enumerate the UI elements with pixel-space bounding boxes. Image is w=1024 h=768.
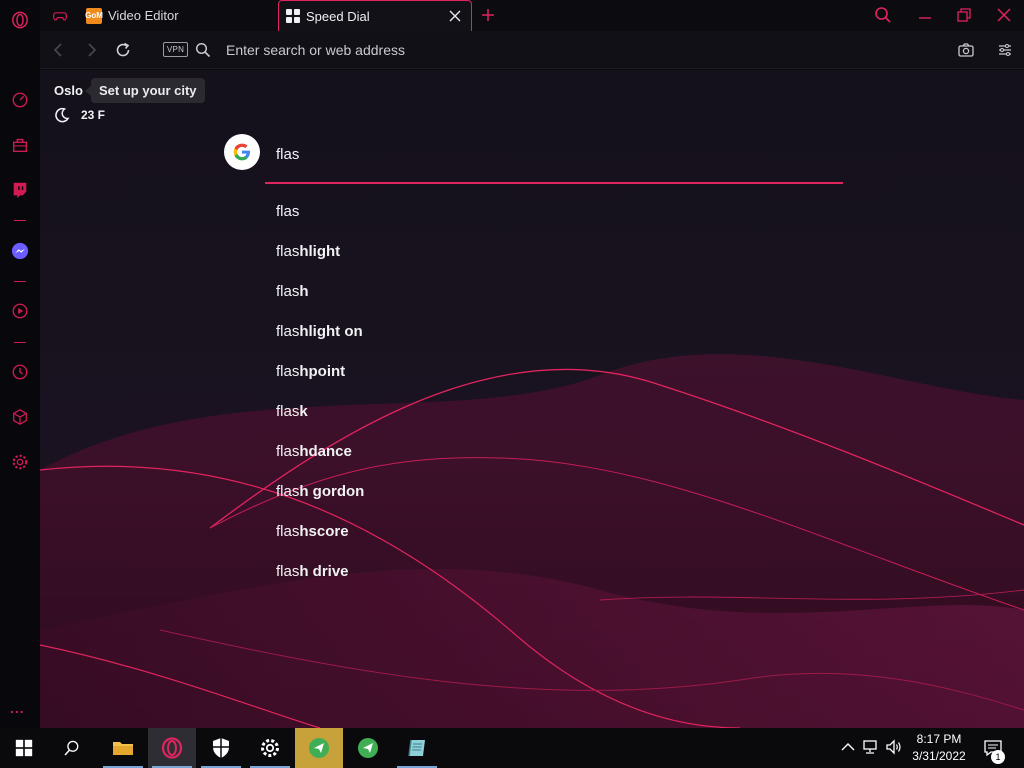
notification-count-badge: 1 bbox=[991, 750, 1005, 764]
close-window-icon[interactable] bbox=[995, 6, 1013, 24]
suggestion-item[interactable]: flashscore bbox=[276, 522, 676, 562]
shield-icon bbox=[213, 738, 229, 758]
chevron-up-icon[interactable] bbox=[839, 738, 857, 756]
suggestion-item[interactable]: flash drive bbox=[276, 562, 676, 602]
weather-temperature: 23 F bbox=[54, 107, 105, 123]
back-icon[interactable] bbox=[50, 41, 68, 59]
gom-app-icon: GoM bbox=[85, 7, 103, 24]
sidebar: ... bbox=[0, 0, 40, 728]
messenger-icon[interactable] bbox=[10, 241, 30, 261]
speed-dial-icon[interactable] bbox=[10, 90, 30, 110]
reload-icon[interactable] bbox=[114, 41, 132, 59]
address-bar: VPN bbox=[40, 31, 1024, 69]
app-button-notebook[interactable] bbox=[393, 728, 441, 768]
security-button[interactable] bbox=[197, 728, 245, 768]
new-tab-icon[interactable] bbox=[480, 7, 496, 23]
tab-bar: GoM Video Editor Speed Dial bbox=[40, 0, 1024, 31]
city-tooltip: Set up your city bbox=[85, 78, 205, 103]
app-button-send[interactable] bbox=[295, 728, 343, 768]
paper-plane-icon bbox=[358, 738, 378, 758]
suggestion-item[interactable]: flask bbox=[276, 402, 676, 442]
windows-icon bbox=[15, 739, 33, 757]
opera-logo-icon[interactable] bbox=[10, 10, 30, 30]
vpn-badge[interactable]: VPN bbox=[163, 42, 188, 57]
search-input[interactable] bbox=[276, 142, 836, 166]
sidebar-separator bbox=[14, 281, 26, 282]
sidebar-separator bbox=[14, 342, 26, 343]
temperature-value: 23 F bbox=[81, 108, 106, 122]
twitch-icon[interactable] bbox=[10, 180, 30, 200]
system-clock[interactable]: 8:17 PM 3/31/2022 bbox=[908, 731, 970, 765]
clock-time: 8:17 PM bbox=[916, 732, 962, 746]
sidebar-separator bbox=[14, 220, 26, 221]
taskbar-search-button[interactable] bbox=[48, 728, 96, 768]
weather-city[interactable]: Oslo bbox=[54, 83, 83, 98]
camera-icon[interactable] bbox=[957, 41, 975, 59]
start-button[interactable] bbox=[0, 728, 48, 768]
bag-icon[interactable] bbox=[10, 135, 30, 155]
suggestion-item[interactable]: flashlight on bbox=[276, 322, 676, 362]
address-input[interactable] bbox=[226, 38, 786, 62]
volume-icon[interactable] bbox=[885, 738, 903, 756]
opera-taskbar-button[interactable] bbox=[148, 728, 196, 768]
suggestion-item[interactable]: flashdance bbox=[276, 442, 676, 482]
player-icon[interactable] bbox=[10, 301, 30, 321]
tab-label: Speed Dial bbox=[306, 8, 370, 24]
search-tabs-icon[interactable] bbox=[874, 6, 892, 24]
suggestion-list: flas flashlight flash flashlight on flas… bbox=[276, 202, 676, 602]
grid-icon bbox=[286, 9, 300, 23]
history-icon[interactable] bbox=[10, 362, 30, 382]
cube-icon[interactable] bbox=[10, 407, 30, 427]
opera-icon bbox=[161, 737, 183, 759]
moon-icon bbox=[55, 107, 70, 123]
suggestion-item[interactable]: flash bbox=[276, 282, 676, 322]
file-explorer-button[interactable] bbox=[99, 728, 147, 768]
more-icon[interactable]: ... bbox=[10, 700, 25, 716]
gamepad-icon[interactable] bbox=[52, 8, 68, 24]
paper-plane-icon bbox=[309, 738, 329, 758]
suggestion-item[interactable]: flash gordon bbox=[276, 482, 676, 522]
taskbar: 8:17 PM 3/31/2022 1 bbox=[0, 728, 1024, 768]
tab-speed-dial[interactable]: Speed Dial bbox=[278, 0, 472, 31]
notebook-icon bbox=[408, 739, 425, 757]
tab-video-editor[interactable]: GoM Video Editor bbox=[84, 0, 302, 31]
restore-icon[interactable] bbox=[955, 6, 973, 24]
forward-icon[interactable] bbox=[82, 41, 100, 59]
search-icon bbox=[195, 42, 211, 58]
settings-button[interactable] bbox=[246, 728, 294, 768]
google-icon[interactable] bbox=[224, 134, 260, 170]
minimize-icon[interactable] bbox=[916, 6, 934, 24]
suggestion-item[interactable]: flas bbox=[276, 202, 676, 242]
search-underline bbox=[265, 182, 843, 184]
suggestion-item[interactable]: flashlight bbox=[276, 242, 676, 282]
easy-setup-icon[interactable] bbox=[996, 41, 1014, 59]
settings-icon[interactable] bbox=[10, 452, 30, 472]
folder-icon bbox=[113, 742, 133, 755]
clock-date: 3/31/2022 bbox=[912, 749, 966, 763]
search-icon bbox=[64, 740, 79, 756]
network-icon[interactable] bbox=[862, 738, 880, 756]
tab-label: Video Editor bbox=[108, 8, 179, 23]
speed-dial-page: Oslo Set up your city 23 F flas flashlig… bbox=[40, 70, 1024, 728]
close-icon[interactable] bbox=[447, 8, 463, 24]
suggestion-item[interactable]: flashpoint bbox=[276, 362, 676, 402]
app-button-send-2[interactable] bbox=[344, 728, 392, 768]
gear-icon bbox=[261, 739, 279, 757]
